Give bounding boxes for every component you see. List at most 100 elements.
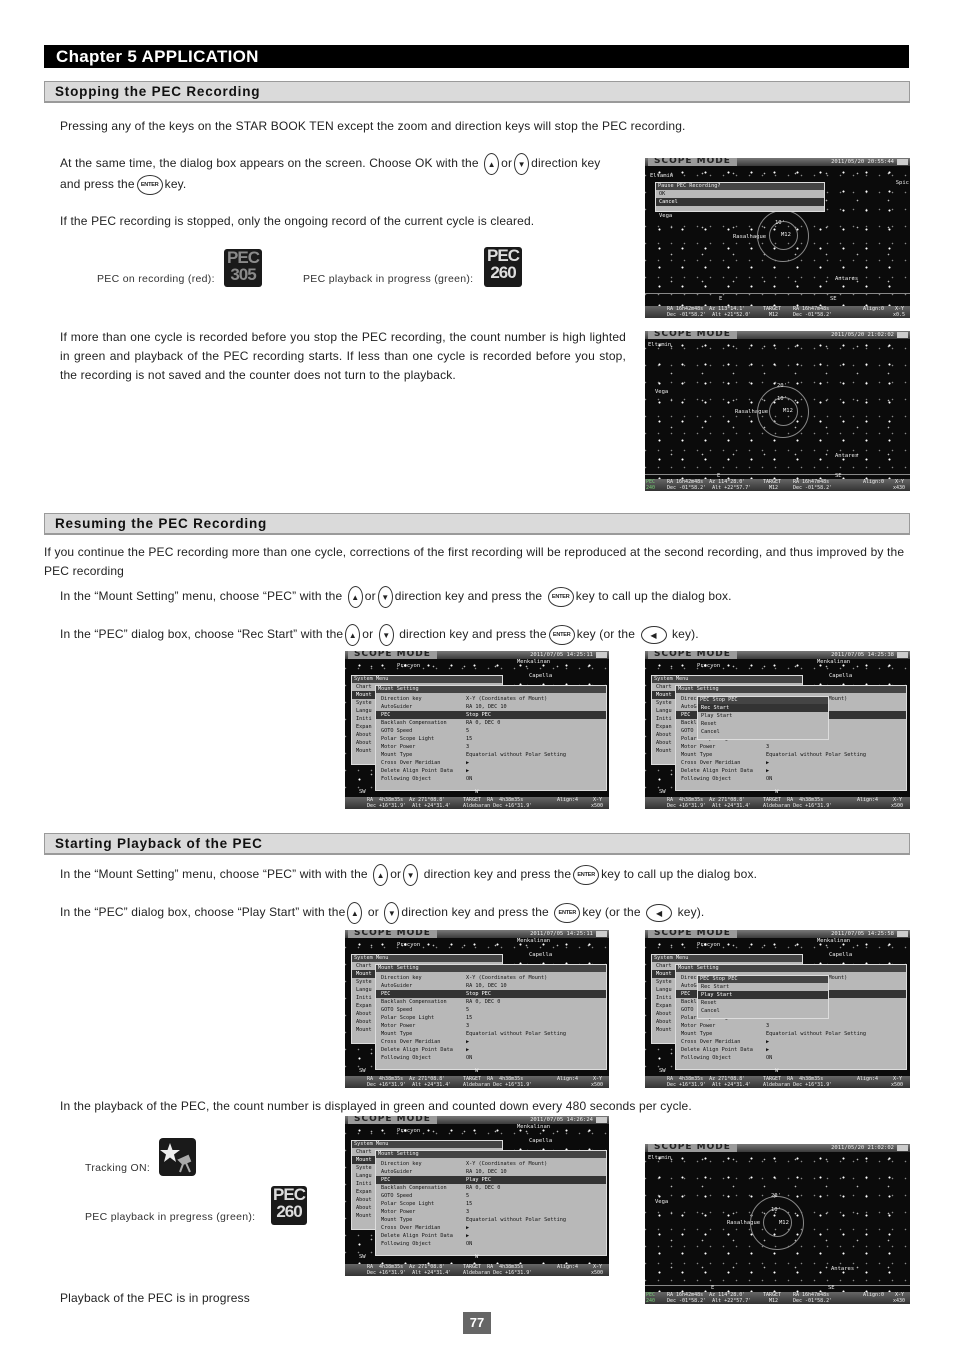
mount-setting-row[interactable]: Motor Power 3 xyxy=(676,743,906,751)
pec-dialog-option[interactable]: Rec Start xyxy=(698,704,828,712)
status-align: Align:0 xyxy=(863,1292,885,1298)
mount-setting-row[interactable]: Cross Over Meridian ▶ xyxy=(676,1038,906,1046)
battery-icon xyxy=(596,652,607,658)
setting-value: ON xyxy=(466,776,473,782)
mode-label: SCOPE MODE xyxy=(348,930,437,938)
pec-dialog-option[interactable]: Play Start xyxy=(698,712,828,720)
mount-setting-title: Mount Setting xyxy=(376,1151,606,1158)
mount-setting-row[interactable]: Backlash Compensation RA 0, DEC 0 xyxy=(376,998,606,1006)
mount-setting-row[interactable]: Motor Power 3 xyxy=(676,1022,906,1030)
mount-setting-row[interactable]: GOTO Speed 5 xyxy=(376,727,606,735)
mount-setting-row[interactable]: Cross Over Meridian ▶ xyxy=(376,759,606,767)
pec-dialog-option[interactable]: Rec Start xyxy=(698,983,828,991)
mount-setting-row[interactable]: Mount Type Equatorial without Polar Setti… xyxy=(676,1030,906,1038)
pec-dialog-option[interactable]: Cancel xyxy=(698,1007,828,1015)
star-label: Vega xyxy=(659,213,673,219)
setting-name: Polar Scope Light xyxy=(381,736,435,742)
datetime: 2011/07/05 14:25:58 xyxy=(831,931,894,937)
direction-label: W xyxy=(475,789,479,795)
setting-name: PEC xyxy=(381,991,391,997)
setting-name: Cross Over Meridian xyxy=(381,760,441,766)
mount-setting-row[interactable]: PEC Play PEC xyxy=(376,1176,606,1184)
status-zoom: x430 xyxy=(893,485,906,491)
battery-icon xyxy=(897,1145,908,1151)
mount-setting-row[interactable]: Mount Type Equatorial without Polar Setti… xyxy=(376,1030,606,1038)
up-key-icon: ▲ xyxy=(347,586,363,608)
status-zoom: x500 xyxy=(591,1270,604,1276)
setting-value: 3 xyxy=(466,1023,470,1029)
mount-setting-row[interactable]: Following Object ON xyxy=(676,1054,906,1062)
ring-label: 10' xyxy=(771,1207,781,1213)
direction-label: SW xyxy=(359,789,366,795)
status-zoom: x430 xyxy=(893,1298,906,1304)
setting-value: RA 0, DEC 0 xyxy=(466,1185,501,1191)
mode-label: SCOPE MODE xyxy=(648,331,737,339)
mount-setting-row[interactable]: Backlash Compensation RA 0, DEC 0 xyxy=(376,1184,606,1192)
mount-setting-row[interactable]: PEC Stop PEC xyxy=(376,990,606,998)
mount-setting-row[interactable]: GOTO Speed 5 xyxy=(376,1006,606,1014)
tracking-on-icon xyxy=(159,1138,196,1176)
pec-dialog-option[interactable]: Play Start xyxy=(698,991,828,999)
dialog-option-ok[interactable]: OK xyxy=(656,190,824,198)
status-dec: Dec -01°58.2' Alt +22°57.7' xyxy=(667,485,752,491)
battery-icon xyxy=(596,931,607,937)
step-choose-rec-start: In the “PEC” dialog box, choose “Rec Sta… xyxy=(60,624,920,646)
setting-name: Cross Over Meridian xyxy=(381,1225,441,1231)
setting-value: RA 0, DEC 0 xyxy=(466,720,501,726)
mount-setting-row[interactable]: AutoGuider RA 10, DEC 10 xyxy=(376,982,606,990)
mount-setting-row[interactable]: Following Object ON xyxy=(376,775,606,783)
mount-setting-row[interactable]: Polar Scope Light 15 xyxy=(376,1200,606,1208)
status-align: Align:0 xyxy=(863,479,885,485)
mount-setting-row[interactable]: Cross Over Meridian ▶ xyxy=(376,1038,606,1046)
setting-value: RA 0, DEC 0 xyxy=(466,999,501,1005)
mount-setting-row[interactable]: AutoGuider RA 10, DEC 10 xyxy=(376,1168,606,1176)
datetime: 2011/05/20 21:02:02 xyxy=(831,332,894,338)
mount-setting-row[interactable]: Delete Align Point Data ▶ xyxy=(376,1232,606,1240)
direction-label: W xyxy=(775,1068,779,1074)
dialog-title: Pause PEC Recording? xyxy=(656,183,824,190)
star-label: Antares xyxy=(835,276,859,282)
mount-setting-row[interactable]: Motor Power 3 xyxy=(376,1208,606,1216)
star-label: Antares xyxy=(835,453,859,459)
mount-setting-row[interactable]: Motor Power 3 xyxy=(376,1022,606,1030)
mount-setting-row[interactable]: Following Object ON xyxy=(676,775,906,783)
status-pec-count: 240 xyxy=(646,1298,656,1304)
mount-setting-row[interactable]: Delete Align Point Data ▶ xyxy=(376,767,606,775)
mount-setting-row[interactable]: Direction key X-Y (Coordinates of Mount) xyxy=(376,974,606,982)
mount-setting-row[interactable]: Mount Type Equatorial without Polar Setti… xyxy=(676,751,906,759)
pec-icon-count: 260 xyxy=(276,1202,302,1221)
dialog-option-cancel[interactable]: Cancel xyxy=(656,198,824,206)
setting-name: PEC xyxy=(381,712,391,718)
screenshot-mount-setting-menu: SCOPE MODE 2011/07/05 14:25:11 Procyon Menk… xyxy=(345,930,609,1088)
object-label: M12 xyxy=(783,408,793,414)
mount-setting-row[interactable]: Following Object ON xyxy=(376,1054,606,1062)
mount-setting-row[interactable]: Direction key X-Y (Coordinates of Mount) xyxy=(376,695,606,703)
mount-setting-row[interactable]: Following Object ON xyxy=(376,1240,606,1248)
mount-setting-row[interactable]: AutoGuider RA 10, DEC 10 xyxy=(376,703,606,711)
status-zoom: x500 xyxy=(591,1082,604,1088)
status-dec: Dec +16°31.9' Alt +24°31.4' xyxy=(367,803,452,809)
pec-dialog-option[interactable]: Reset xyxy=(698,999,828,1007)
mount-setting-row[interactable]: Delete Align Point Data ▶ xyxy=(376,1046,606,1054)
mount-setting-row[interactable]: Delete Align Point Data ▶ xyxy=(676,767,906,775)
setting-value: ON xyxy=(466,1241,473,1247)
mount-setting-row[interactable]: Mount Type Equatorial without Polar Setti… xyxy=(376,751,606,759)
mount-setting-row[interactable]: GOTO Speed 5 xyxy=(376,1192,606,1200)
mount-setting-row[interactable]: Motor Power 3 xyxy=(376,743,606,751)
paragraph: In the playback of the PEC, the count nu… xyxy=(60,1099,692,1113)
mount-setting-row[interactable]: PEC Stop PEC xyxy=(376,711,606,719)
pec-dialog-option[interactable]: Cancel xyxy=(698,728,828,736)
mount-setting-row[interactable]: Polar Scope Light 15 xyxy=(376,735,606,743)
status-target-name: Aldebaran Dec +16°31.9' xyxy=(763,803,833,809)
battery-icon xyxy=(897,159,908,165)
mount-setting-row[interactable]: Backlash Compensation RA 0, DEC 0 xyxy=(376,719,606,727)
mount-setting-row[interactable]: Delete Align Point Data ▶ xyxy=(676,1046,906,1054)
mount-setting-row[interactable]: Polar Scope Light 15 xyxy=(376,1014,606,1022)
text: key). xyxy=(677,905,705,920)
mount-setting-row[interactable]: Direction key X-Y (Coordinates of Mount) xyxy=(376,1160,606,1168)
mount-setting-row[interactable]: Cross Over Meridian ▶ xyxy=(376,1224,606,1232)
pec-dialog-option[interactable]: Reset xyxy=(698,720,828,728)
mount-setting-row[interactable]: Mount Type Equatorial without Polar Setti… xyxy=(376,1216,606,1224)
status-zoom: x0.5 xyxy=(893,312,906,318)
mount-setting-row[interactable]: Cross Over Meridian ▶ xyxy=(676,759,906,767)
